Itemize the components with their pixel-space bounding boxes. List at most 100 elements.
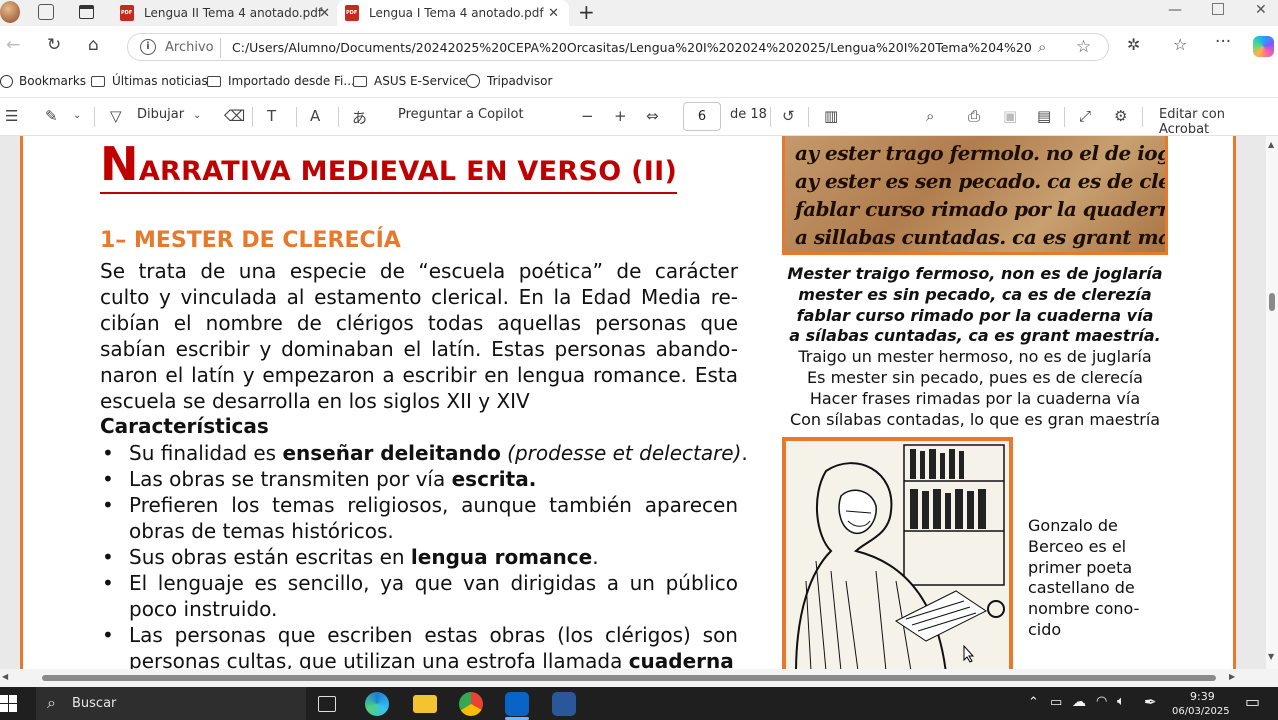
back-button[interactable]: ← — [6, 35, 20, 55]
url-text[interactable]: C:/Users/Alumno/Documents/20242025%20CEP… — [232, 40, 1032, 55]
image-caption: Gonzalo de Berceo es el primer poeta cas… — [1028, 516, 1140, 639]
bold-text: escrita. — [451, 467, 537, 491]
divider — [296, 107, 297, 127]
pdf-toolbar: ☰ ✎ ⌄ ▽ Dibujar ⌄ ⌫ T A あ Preguntar a Co… — [0, 98, 1278, 137]
text-line: poco instruido. — [129, 597, 278, 621]
bookmark-tripadvisor[interactable]: Tripadvisor — [466, 74, 552, 88]
divider — [1142, 107, 1143, 127]
page-view-icon[interactable]: ▥ — [824, 107, 838, 125]
print-icon[interactable]: ⎙ — [968, 107, 980, 125]
file-explorer-icon[interactable] — [413, 695, 437, 713]
profile-avatar[interactable] — [0, 1, 20, 23]
modern-verse-line: Con sílabas contadas, lo que es gran mae… — [789, 409, 1161, 429]
more-menu-icon[interactable]: ··· — [1215, 32, 1231, 52]
rotate-icon[interactable]: ↺ — [782, 107, 795, 125]
onedrive-icon[interactable]: ☁ — [1072, 694, 1086, 710]
bookmark-ultimas-noticias[interactable]: Últimas noticias — [91, 74, 208, 88]
bookmark-label: Últimas noticias — [112, 74, 208, 88]
extensions-icon[interactable]: ✲ — [1127, 35, 1140, 54]
manuscript-image: ay ester trago fermolo. no el de ioglari… — [782, 136, 1168, 255]
pen-icon[interactable]: ✒ — [1144, 693, 1157, 711]
close-tab-icon[interactable]: ✕ — [319, 6, 330, 21]
bookmark-bookmarks[interactable]: Bookmarks — [0, 74, 86, 88]
verse-block: Mester traigo fermoso, non es de joglarí… — [782, 264, 1168, 430]
task-view-icon[interactable] — [318, 696, 336, 712]
fit-page-icon[interactable]: ⇔ — [646, 107, 659, 125]
list-item: Sus obras están escritas en lengua roman… — [100, 544, 738, 570]
page-number-input[interactable]: 6 — [683, 102, 721, 131]
volume-icon[interactable]: 🔈︎ — [1117, 694, 1125, 709]
minimize-button[interactable]: — — [1168, 2, 1182, 18]
tab-strip: Lengua II Tema 4 anotado.pdf ✕ Lengua I … — [0, 0, 1278, 26]
vertical-scroll-thumb[interactable] — [1269, 293, 1275, 311]
text-line: Su finalidad es enseñar deleitando (prod… — [129, 440, 748, 466]
title-rest: ARRATIVA MEDIEVAL EN VERSO (II) — [138, 156, 678, 187]
close-tab-icon[interactable]: ✕ — [548, 6, 559, 21]
highlight-icon[interactable]: ✎ — [45, 107, 58, 125]
horizontal-scrollbar[interactable]: ◀ ▶ — [0, 669, 1278, 687]
scroll-right-icon[interactable]: ▶ — [1229, 672, 1235, 681]
notifications-icon[interactable]: ▭ — [1245, 692, 1260, 711]
text-line: sabían escribir y dominaban el latín. Es… — [100, 337, 738, 361]
info-icon[interactable]: i — [140, 39, 156, 55]
save-as-icon[interactable]: ▤ — [1037, 107, 1051, 125]
page-title: NARRATIVA MEDIEVAL EN VERSO (II) — [100, 141, 678, 194]
search-icon[interactable]: ⌕ — [926, 107, 934, 125]
zoom-in-icon[interactable]: + — [614, 107, 627, 125]
text-line: Las personas que escriben estas obras (l… — [129, 623, 738, 647]
eraser-icon[interactable]: ⌫ — [224, 107, 245, 125]
text-line: obras de temas históricos. — [129, 519, 394, 543]
tab-lengua-i[interactable]: Lengua I Tema 4 anotado.pdf ✕ — [337, 0, 569, 26]
taskbar: ⌕ Buscar ⌃ ▭ ☁ ◠ 🔈︎ ✒ 9:39 06/03/2025 ▭ — [0, 687, 1278, 720]
read-aloud-icon[interactable]: A — [310, 107, 320, 125]
tab-lengua-ii[interactable]: Lengua II Tema 4 anotado.pdf ✕ — [112, 0, 336, 26]
scroll-up-icon[interactable]: ▲ — [1268, 140, 1274, 149]
translate-icon[interactable]: あ — [352, 107, 367, 128]
vertical-scrollbar[interactable]: ▲ ▼ — [1266, 136, 1278, 669]
pdf-viewport[interactable]: NARRATIVA MEDIEVAL EN VERSO (II) 1– MEST… — [0, 136, 1278, 669]
bookmark-importado[interactable]: Importado desde Fi... — [207, 74, 355, 88]
edit-with-acrobat-button[interactable]: Editar con Acrobat — [1159, 107, 1278, 137]
maximize-button[interactable] — [1212, 3, 1224, 15]
old-verse-line: a sílabas cuntadas, ca es grant maestría… — [789, 326, 1161, 346]
clock-time[interactable]: 9:39 — [1190, 690, 1215, 703]
contents-icon[interactable]: ☰ — [5, 107, 18, 125]
zoom-icon[interactable]: ⌕ — [1038, 38, 1046, 56]
draw-icon[interactable]: ▽ — [110, 107, 122, 125]
bookmark-asus[interactable]: ASUS E-Service — [353, 74, 466, 88]
chevron-down-icon[interactable]: ⌄ — [193, 110, 201, 121]
close-window-button[interactable]: ✕ — [1255, 2, 1267, 18]
chrome-icon[interactable] — [459, 692, 483, 716]
refresh-button[interactable]: ↻ — [47, 35, 61, 55]
favorites-icon[interactable]: ☆ — [1173, 35, 1187, 54]
outlook-icon[interactable] — [505, 692, 529, 716]
home-button[interactable]: ⌂ — [88, 35, 99, 55]
zoom-out-icon[interactable]: − — [581, 107, 594, 125]
word-icon[interactable] — [552, 692, 576, 716]
horizontal-scroll-thumb[interactable] — [42, 675, 1216, 681]
manuscript-line: fablar curso rimado por la quaderna uia. — [795, 197, 1165, 221]
copilot-icon[interactable] — [1253, 36, 1274, 57]
list-item: Las personas que escriben estas obras (l… — [100, 622, 738, 669]
chevron-down-icon[interactable]: ⌄ — [73, 110, 81, 121]
ask-copilot-button[interactable]: Preguntar a Copilot — [398, 107, 524, 122]
clock-date[interactable]: 06/03/2025 — [1172, 706, 1230, 717]
start-button[interactable] — [0, 695, 17, 712]
address-bar[interactable]: i Archivo C:/Users/Alumno/Documents/2024… — [127, 33, 1109, 61]
scroll-left-icon[interactable]: ◀ — [2, 672, 8, 681]
save-icon[interactable]: ▣ — [1003, 107, 1017, 125]
wifi-icon[interactable]: ◠ — [1096, 694, 1107, 709]
scroll-down-icon[interactable]: ▼ — [1268, 652, 1274, 661]
workspaces-icon[interactable] — [38, 4, 54, 20]
fullscreen-icon[interactable]: ⤢ — [1079, 107, 1091, 125]
battery-icon[interactable]: ▭ — [1050, 695, 1062, 710]
text-box-icon[interactable]: T — [267, 107, 276, 125]
new-tab-button[interactable]: + — [578, 0, 595, 24]
draw-button[interactable]: Dibujar — [137, 107, 184, 122]
edge-icon[interactable] — [365, 692, 389, 716]
show-hidden-icons[interactable]: ⌃ — [1028, 695, 1039, 710]
settings-gear-icon[interactable]: ⚙ — [1114, 107, 1127, 125]
favorite-star-icon[interactable]: ☆ — [1076, 37, 1091, 57]
taskbar-search-box[interactable]: ⌕ Buscar — [36, 687, 306, 720]
vertical-tabs-icon[interactable] — [79, 5, 94, 19]
